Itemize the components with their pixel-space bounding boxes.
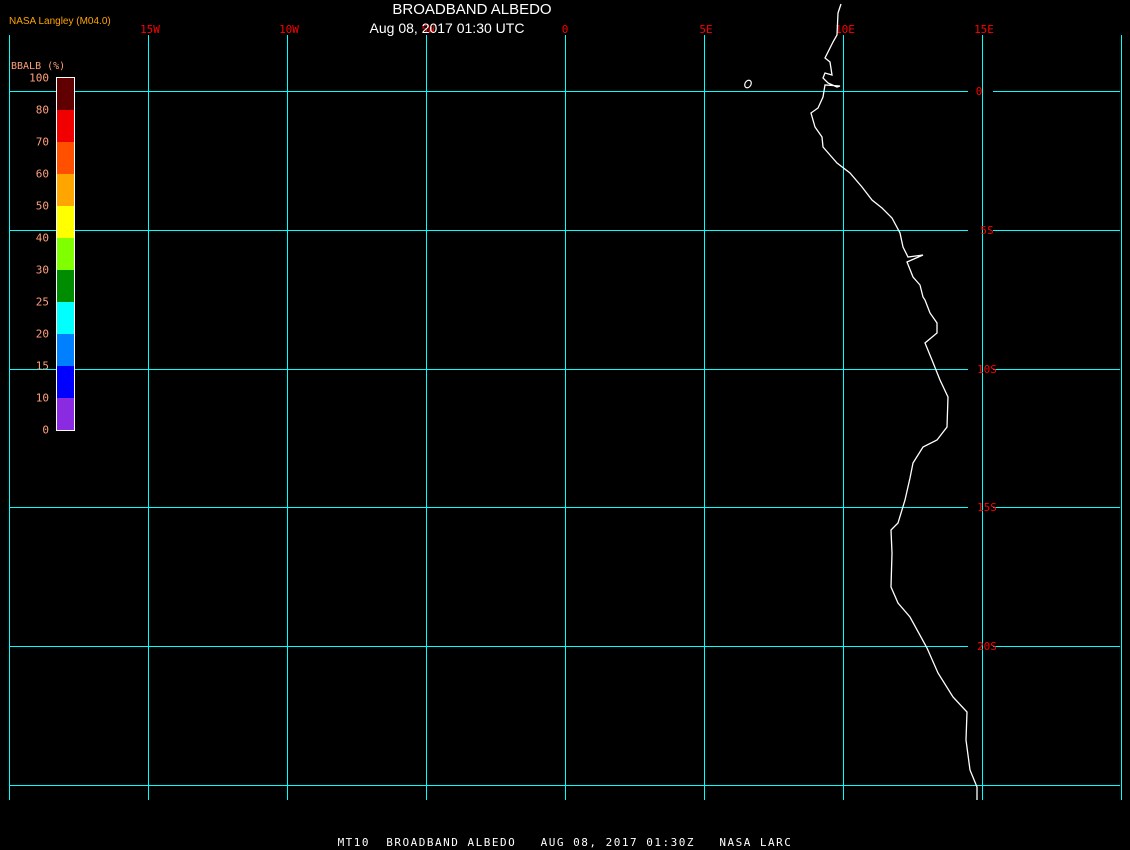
colorbar-tick-label: 25	[35, 295, 49, 309]
footer-caption: MT10 BROADBAND ALBEDO AUG 08, 2017 01:30…	[337, 836, 793, 849]
colorbar-segment	[57, 334, 74, 366]
colorbar-segment	[57, 270, 74, 302]
colorbar-segment	[57, 206, 74, 238]
longitude-label: 15E	[974, 23, 994, 36]
colorbar-segment	[57, 398, 74, 430]
island	[744, 79, 752, 89]
graticule	[9, 35, 1122, 800]
colorbar	[56, 77, 75, 431]
colorbar-tick-label: 0	[42, 423, 49, 437]
latitude-label: 15S	[977, 501, 997, 514]
latitude-label: 5S	[980, 224, 993, 237]
colorbar-tick-label: 40	[35, 231, 49, 245]
map-title: BROADBAND ALBEDO	[392, 1, 552, 18]
colorbar-segment	[57, 110, 74, 142]
colorbar-segment	[57, 302, 74, 334]
colorbar-tick-label: 10	[35, 391, 49, 405]
colorbar-tick-label: 20	[35, 327, 49, 341]
latitude-label: 0	[976, 85, 983, 98]
credit-label: NASA Langley (M04.0)	[9, 16, 111, 27]
colorbar-tick-label: 100	[29, 71, 49, 85]
colorbar-tick-label: 50	[35, 199, 49, 213]
colorbar-segment	[57, 78, 74, 110]
colorbar-segment	[57, 238, 74, 270]
colorbar-segment	[57, 366, 74, 398]
colorbar-title: BBALB (%)	[11, 61, 66, 72]
colorbar-segment	[57, 142, 74, 174]
colorbar-tick-label: 70	[35, 135, 49, 149]
colorbar-tick-label: 15	[35, 359, 49, 373]
latitude-label: 20S	[977, 640, 997, 653]
colorbar-tick-label: 60	[35, 167, 49, 181]
map-timestamp: Aug 08, 2017 01:30 UTC	[369, 20, 525, 36]
graticule-labels: 15W 10W 5W 0 5E 10E 15E05S10S15S20S	[140, 23, 997, 653]
colorbar-segment	[57, 174, 74, 206]
colorbar-tick-label: 30	[35, 263, 49, 277]
coastline	[810, 3, 978, 800]
latitude-label: 10S	[977, 363, 997, 376]
colorbar-tick-label: 80	[35, 103, 49, 117]
map-canvas: 15W 10W 5W 0 5E 10E 15E05S10S15S20S	[9, 3, 1122, 800]
